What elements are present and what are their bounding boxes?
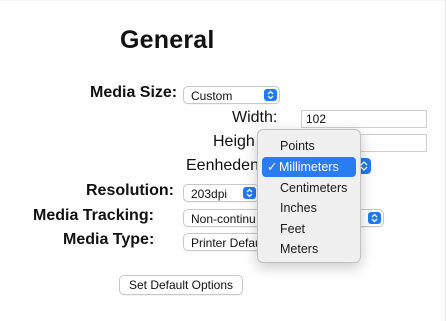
width-field[interactable]: 102: [301, 110, 427, 128]
units-dropdown-menu: Points ✓ Millimeters Centimeters Inches F…: [257, 129, 361, 263]
updown-chevron-icon: [264, 89, 277, 101]
menu-item-millimeters[interactable]: ✓ Millimeters: [262, 157, 356, 177]
window-top-edge: [0, 0, 446, 1]
width-label: Width:: [232, 109, 278, 126]
media-size-label: Media Size:: [90, 84, 178, 101]
media-size-popup[interactable]: Custom: [183, 86, 280, 104]
menu-item-points[interactable]: Points: [262, 136, 356, 156]
resolution-popup[interactable]: 203dpi: [183, 184, 259, 202]
updown-chevron-icon: [368, 212, 381, 224]
resolution-label: Resolution:: [86, 182, 174, 199]
media-type-value: Printer Defau: [191, 236, 262, 250]
media-tracking-value: Non-continu: [191, 212, 256, 226]
media-size-value: Custom: [191, 89, 233, 103]
checkmark-icon: ✓: [267, 160, 278, 174]
page-title: General: [120, 26, 215, 54]
media-tracking-label: Media Tracking:: [33, 207, 154, 224]
menu-item-meters[interactable]: Meters: [262, 239, 356, 259]
updown-chevron-icon: [243, 187, 256, 199]
media-type-label: Media Type:: [63, 231, 155, 248]
menu-item-millimeters-label: Millimeters: [279, 160, 339, 174]
set-default-options-button[interactable]: Set Default Options: [119, 275, 243, 295]
units-label: Eenheden: [186, 157, 259, 174]
height-label: Heigh: [213, 133, 255, 150]
menu-item-feet[interactable]: Feet: [262, 219, 356, 239]
resolution-value: 203dpi: [191, 187, 228, 201]
menu-item-centimeters[interactable]: Centimeters: [262, 178, 356, 198]
menu-item-inches[interactable]: Inches: [262, 198, 356, 218]
